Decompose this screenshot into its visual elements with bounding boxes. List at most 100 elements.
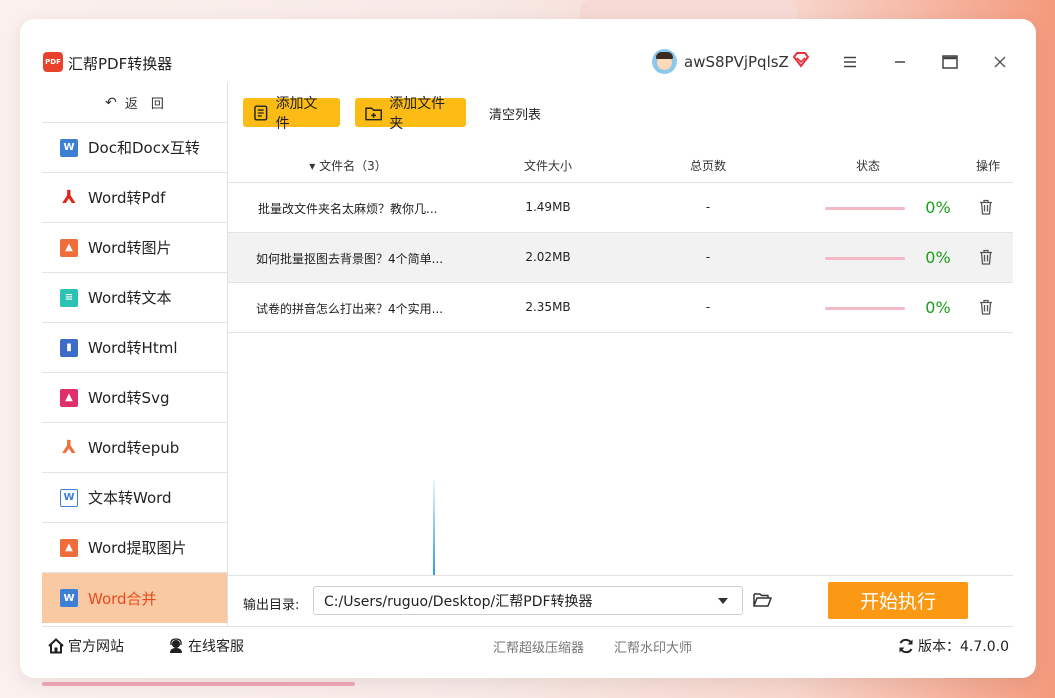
add-file-icon (254, 104, 268, 121)
sidebar-item-word-svg[interactable]: ▲ Word转Svg (42, 373, 227, 423)
maximize-icon[interactable] (940, 52, 960, 72)
file-name: 批量改文件夹名太麻烦？教你几... (258, 202, 438, 216)
sidebar-item-label: Word转Pdf (88, 189, 166, 207)
progress-bar (825, 257, 905, 260)
back-arrow-icon: ↶ (105, 94, 117, 111)
sidebar-item-label: 文本转Word (88, 489, 172, 507)
table-row[interactable]: 批量改文件夹名太麻烦？教你几... 1.49MB - 0% (228, 183, 1013, 233)
compressor-link[interactable]: 汇帮超级压缩器 (493, 637, 584, 656)
progress-percent: 0% (925, 298, 951, 317)
svg-icon: ▲ (60, 388, 78, 407)
trash-icon[interactable] (979, 199, 993, 215)
table-row[interactable]: 如何批量抠图去背景图？4个简单... 2.02MB - 0% (228, 233, 1013, 283)
extract-image-icon: ▲ (60, 538, 78, 557)
website-label: 官方网站 (68, 639, 124, 655)
version-label: 版本：4.7.0.0 (918, 639, 1009, 655)
file-name: 试卷的拼音怎么打出来？4个实用... (256, 302, 444, 316)
back-button[interactable]: ↶ 返 回 (42, 83, 227, 123)
sidebar-item-label: Word转Svg (88, 389, 170, 407)
progress-bar (825, 207, 905, 210)
sidebar-item-doc-docx[interactable]: W Doc和Docx互转 (42, 123, 227, 173)
support-link[interactable]: 在线客服 (168, 636, 244, 656)
add-folder-icon (365, 107, 382, 120)
sidebar-item-word-pdf[interactable]: ⅄ Word转Pdf (42, 173, 227, 223)
sidebar-item-text-word[interactable]: W 文本转Word (42, 473, 227, 523)
home-icon (48, 638, 64, 654)
file-size: 2.35MB (525, 300, 571, 314)
refresh-icon (899, 638, 913, 654)
file-pages: - (705, 250, 711, 264)
sidebar-item-label: Word合并 (88, 589, 157, 608)
sidebar-item-word-text[interactable]: ≡ Word转文本 (42, 273, 227, 323)
background-progress-bar (42, 682, 355, 686)
clear-list-button[interactable]: 清空列表 (489, 104, 541, 123)
file-size: 2.02MB (525, 250, 571, 264)
header-size: 文件大小 (523, 159, 572, 173)
output-bar: 输出目录: C:/Users/ruguo/Desktop/汇帮PDF转换器 开始… (228, 575, 1013, 626)
html-icon: ▮ (60, 338, 78, 357)
sidebar-items: W Doc和Docx互转 ⅄ Word转Pdf ▲ Word转图片 ≡ Word… (42, 123, 227, 623)
title-bar: PDF 汇帮PDF转换器 awS8PVjPqlsZ (20, 19, 1036, 83)
app-title: 汇帮PDF转换器 (68, 55, 173, 73)
file-pages: - (705, 300, 711, 314)
header-filename[interactable]: ▾ 文件名（3） (248, 157, 448, 174)
sidebar-item-label: Word转图片 (88, 239, 172, 257)
add-file-label: 添加文件 (275, 95, 318, 132)
avatar-hair (656, 52, 673, 59)
chevron-down-icon (718, 598, 728, 604)
progress-percent: 0% (925, 248, 951, 267)
footer: 官方网站 在线客服 汇帮超级压缩器 汇帮水印大师 版本：4.7.0.0 (42, 626, 1013, 659)
output-label: 输出目录: (243, 598, 300, 613)
menu-icon[interactable] (840, 52, 860, 72)
sidebar: ↶ 返 回 W Doc和Docx互转 ⅄ Word转Pdf ▲ Word转图片 … (42, 83, 227, 626)
sidebar-item-label: Word转Html (88, 339, 178, 357)
username[interactable]: awS8PVjPqlsZ (684, 53, 789, 71)
add-folder-button[interactable]: 添加文件夹 (355, 96, 466, 132)
sidebar-item-word-merge[interactable]: W Word合并 (42, 573, 227, 623)
header-operation: 操作 (975, 159, 1000, 173)
trash-icon[interactable] (979, 299, 993, 315)
version-info[interactable]: 版本：4.7.0.0 (898, 636, 1009, 656)
sidebar-item-word-html[interactable]: ▮ Word转Html (42, 323, 227, 373)
avatar[interactable] (652, 49, 677, 74)
back-label: 返 回 (124, 97, 164, 112)
pdf-icon: ⅄ (62, 187, 76, 208)
table-row[interactable]: 试卷的拼音怎么打出来？4个实用... 2.35MB - 0% (228, 283, 1013, 333)
vip-diamond-icon[interactable] (792, 52, 810, 68)
sidebar-item-word-epub[interactable]: ⅄ Word转epub (42, 423, 227, 473)
sidebar-item-word-image[interactable]: ▲ Word转图片 (42, 223, 227, 273)
sidebar-item-label: Word转epub (88, 439, 180, 457)
sidebar-item-label: Doc和Docx互转 (88, 139, 200, 157)
sidebar-item-label: Word提取图片 (88, 539, 187, 557)
file-size: 1.49MB (525, 200, 571, 214)
watermark-link[interactable]: 汇帮水印大师 (614, 637, 692, 656)
app-logo-icon: PDF (43, 52, 63, 72)
minimize-icon[interactable] (890, 52, 910, 72)
word-icon: W (60, 138, 78, 157)
header-status: 状态 (855, 159, 880, 173)
epub-icon: ⅄ (62, 437, 76, 458)
word-merge-icon: W (60, 589, 78, 607)
close-icon[interactable] (990, 52, 1010, 72)
progress-bar (825, 307, 905, 310)
add-file-button[interactable]: 添加文件 (243, 96, 340, 132)
text-to-word-icon: W (60, 488, 78, 507)
progress-percent: 0% (925, 198, 951, 217)
main-panel: 添加文件 添加文件夹 清空列表 ▾ 文件名（3） 文件大小 总页数 状态 操作 … (228, 83, 1013, 626)
toolbar: 添加文件 添加文件夹 清空列表 (228, 83, 1013, 145)
folder-open-icon[interactable] (753, 592, 772, 607)
text-file-icon: ≡ (60, 288, 78, 307)
app-window: PDF 汇帮PDF转换器 awS8PVjPqlsZ ↶ 返 回 W Doc和Do… (20, 19, 1036, 678)
output-path-select[interactable]: C:/Users/ruguo/Desktop/汇帮PDF转换器 (313, 586, 743, 615)
file-name: 如何批量抠图去背景图？4个简单... (256, 252, 444, 266)
start-button[interactable]: 开始执行 (828, 582, 968, 619)
sidebar-item-label: Word转文本 (88, 289, 172, 307)
website-link[interactable]: 官方网站 (48, 636, 124, 656)
trash-icon[interactable] (979, 249, 993, 265)
sidebar-item-word-extract-image[interactable]: ▲ Word提取图片 (42, 523, 227, 573)
support-label: 在线客服 (188, 639, 244, 655)
file-pages: - (705, 200, 711, 214)
table-header: ▾ 文件名（3） 文件大小 总页数 状态 操作 (228, 145, 1013, 183)
header-pages: 总页数 (689, 159, 726, 173)
output-path: C:/Users/ruguo/Desktop/汇帮PDF转换器 (324, 593, 593, 610)
